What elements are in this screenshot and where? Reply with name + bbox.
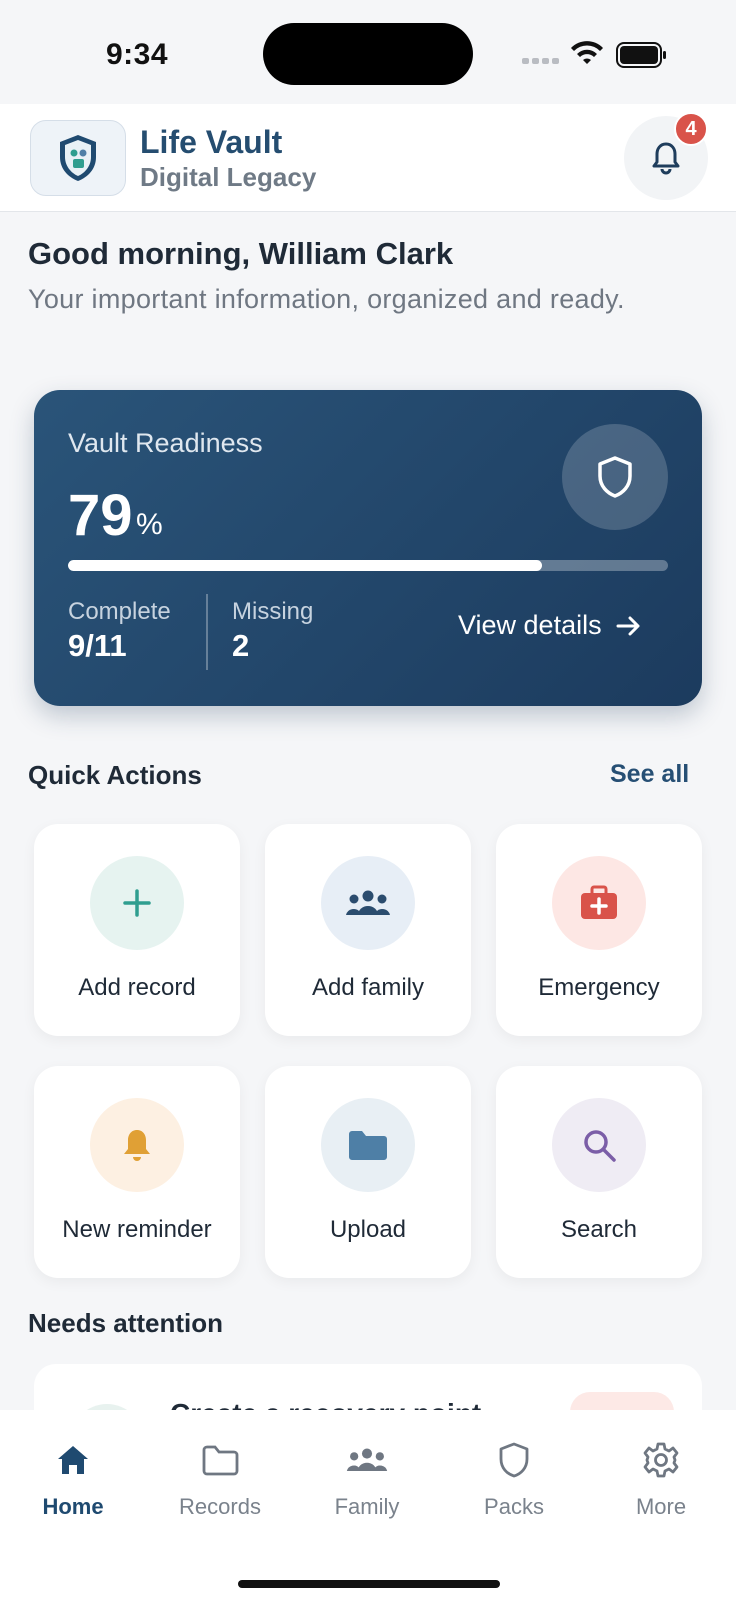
stat-divider — [206, 594, 208, 670]
notification-badge: 4 — [674, 112, 708, 146]
tab-label: Packs — [484, 1494, 544, 1519]
readiness-shield — [562, 424, 668, 530]
shield-icon — [454, 1438, 574, 1482]
app-logo — [30, 120, 126, 196]
people-icon — [307, 1438, 427, 1482]
arrow-right-icon — [616, 616, 640, 635]
quick-action-label: Upload — [329, 1216, 407, 1243]
quick-action-label: Add family — [311, 974, 425, 1001]
quick-action-emergency[interactable]: Emergency — [496, 824, 702, 1036]
home-icon — [13, 1438, 133, 1482]
needs-attention-title: Needs attention — [28, 1308, 224, 1338]
greeting-title: Good morning, William Clark — [28, 236, 454, 271]
view-details-label: View details — [458, 610, 602, 640]
quick-action-add-family[interactable]: Add family — [265, 824, 471, 1036]
signal-icon — [522, 58, 559, 64]
tab-label: More — [635, 1494, 687, 1519]
tab-packs[interactable]: Packs — [454, 1438, 574, 1520]
see-all-link[interactable]: See all — [610, 760, 689, 789]
quick-actions-title: Quick Actions — [28, 760, 202, 790]
dynamic-island — [263, 23, 473, 85]
readiness-label: Vault Readiness — [68, 428, 263, 458]
quick-action-label: Emergency — [538, 974, 660, 1001]
tab-label: Home — [42, 1494, 104, 1519]
tab-records[interactable]: Records — [160, 1438, 280, 1520]
search-icon — [552, 1098, 646, 1192]
quick-action-label: New reminder — [62, 1216, 212, 1243]
quick-action-search[interactable]: Search — [496, 1066, 702, 1278]
quick-action-label: Add record — [78, 974, 196, 1001]
quick-action-add-record[interactable]: Add record — [34, 824, 240, 1036]
vault-readiness-card[interactable]: Vault Readiness 79 % Complete 9/11 Missi… — [34, 390, 702, 706]
app-title: Life Vault — [140, 124, 283, 160]
status-bar: 9:34 — [0, 0, 736, 104]
status-time: 9:34 — [106, 38, 169, 71]
tab-family[interactable]: Family — [307, 1438, 427, 1520]
complete-value: 9/11 — [68, 628, 127, 663]
readiness-progress-fill — [68, 560, 542, 571]
shield-icon — [598, 456, 632, 498]
view-details-link[interactable]: View details — [458, 610, 642, 641]
quick-action-upload[interactable]: Upload — [265, 1066, 471, 1278]
complete-label: Complete — [68, 598, 171, 625]
quick-action-new-reminder[interactable]: New reminder — [34, 1066, 240, 1278]
bell-icon — [90, 1098, 184, 1192]
tab-label: Records — [179, 1494, 261, 1519]
readiness-unit: % — [136, 508, 163, 541]
folder-outline-icon — [160, 1438, 280, 1482]
plus-icon — [90, 856, 184, 950]
tab-more[interactable]: More — [601, 1438, 721, 1520]
missing-value: 2 — [232, 628, 250, 663]
tab-home[interactable]: Home — [13, 1438, 133, 1520]
readiness-value: 79 — [68, 483, 133, 548]
medkit-icon — [552, 856, 646, 950]
battery-icon — [616, 42, 666, 68]
app-subtitle: Digital Legacy — [140, 162, 317, 192]
tab-label: Family — [334, 1494, 400, 1519]
folder-icon — [321, 1098, 415, 1192]
wifi-icon — [571, 41, 603, 64]
readiness-progress-bar — [68, 560, 668, 571]
gear-icon — [601, 1438, 721, 1482]
home-indicator — [238, 1580, 500, 1588]
bell-icon — [652, 142, 680, 175]
greeting-subtitle: Your important information, organized an… — [28, 284, 625, 314]
people-icon — [321, 856, 415, 950]
bottom-tab-bar: Home Records Family Packs More — [0, 1410, 736, 1600]
quick-action-label: Search — [560, 1216, 638, 1243]
shield-logo-icon — [60, 135, 96, 181]
app-header: Life Vault Digital Legacy 4 — [0, 104, 736, 212]
missing-label: Missing — [232, 598, 314, 625]
